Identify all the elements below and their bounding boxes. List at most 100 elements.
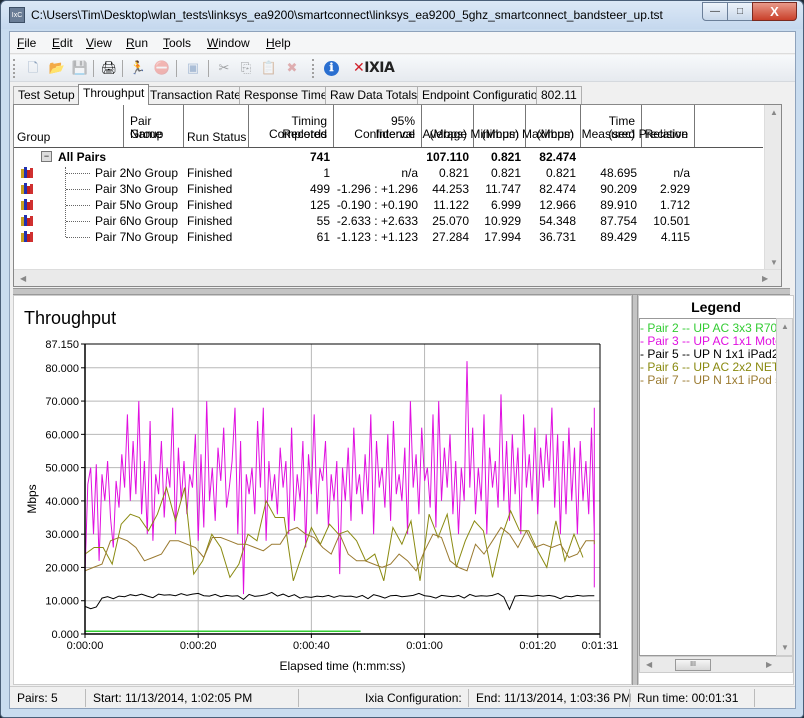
legend-item[interactable]: - Pair 7 -- UP N 1x1 iPod 5th	[640, 373, 777, 387]
scroll-down-icon[interactable]: ▼	[781, 643, 789, 652]
stop-icon[interactable]: ⛔	[153, 59, 171, 77]
run-status: Finished	[187, 230, 233, 244]
close-button[interactable]: X	[752, 2, 797, 21]
timing-records: 61	[316, 230, 330, 244]
table-row[interactable]: Pair 3 No Group Finished 499 -1.296 : +1.296…	[14, 181, 763, 197]
scroll-right-icon[interactable]: ▶	[766, 660, 772, 669]
relative-precision: 1.712	[659, 198, 690, 212]
tree-branch	[66, 237, 90, 238]
table-row[interactable]: Pair 6 No Group Finished 55 -2.633 : +2.633 2…	[14, 213, 763, 229]
table-row[interactable]: Pair 7 No Group Finished 61 -1.123 : +1.123 2…	[14, 229, 763, 245]
refresh-icon[interactable]: ▣	[184, 59, 202, 77]
menu-edit[interactable]: Edit	[52, 36, 73, 50]
menu-view[interactable]: View	[86, 36, 112, 50]
summary-row[interactable]: − All Pairs 741 107.110 0.821 82.474	[14, 149, 763, 165]
menu-file[interactable]: File	[17, 36, 36, 50]
scroll-thumb[interactable]: III	[675, 659, 711, 671]
col-group[interactable]: Group	[14, 105, 124, 147]
scroll-left-icon[interactable]: ◀	[20, 274, 26, 283]
col-average[interactable]: Average (Mbps)	[422, 105, 474, 147]
table-horizontal-scrollbar[interactable]: ◀ ▶	[14, 269, 781, 286]
toolbar-grip[interactable]	[13, 59, 15, 78]
collapse-toggle[interactable]: −	[41, 151, 52, 162]
col-relative-precision[interactable]: Relative Precision	[639, 105, 695, 147]
pair-group-name: No Group	[126, 166, 179, 180]
toolbar-grip[interactable]	[312, 59, 314, 78]
horizontal-splitter[interactable]	[13, 288, 790, 295]
minimum-mbps: 0.821	[490, 166, 521, 180]
tree-branch	[66, 221, 90, 222]
legend-item[interactable]: - Pair 6 -- UP AC 2x2 NETGEAR	[640, 360, 777, 374]
scroll-up-icon[interactable]: ▲	[770, 108, 778, 117]
tab-802-11[interactable]: 802.11	[536, 86, 582, 104]
throughput-chart-panel: 0.000 10.000 20.000 30.000 40.000 50.000 60.00…	[13, 295, 632, 685]
y-tick-label: 30.000	[45, 529, 79, 541]
status-run-time: Run time: 00:01:31	[637, 691, 739, 705]
ixia-logo: ✕IXIA	[353, 60, 395, 76]
run-status: Finished	[187, 182, 233, 196]
title-bar[interactable]: IxC C:\Users\Tim\Desktop\wlan_tests\link…	[1, 1, 803, 29]
status-bar: Pairs: 5 Start: 11/13/2014, 1:02:05 PM I…	[10, 686, 795, 708]
tab-transaction-rate[interactable]: Transaction Rate	[145, 86, 246, 104]
table-row[interactable]: Pair 5 No Group Finished 125 -0.190 : +0.190…	[14, 197, 763, 213]
col-measured-time[interactable]: Measured Time (sec)	[581, 105, 642, 147]
col-maximum[interactable]: Maximum (Mbps)	[522, 105, 581, 147]
average-mbps: 44.253	[432, 182, 469, 196]
tab-test-setup[interactable]: Test Setup	[13, 86, 80, 104]
scroll-left-icon[interactable]: ◀	[646, 660, 652, 669]
window-title: C:\Users\Tim\Desktop\wlan_tests\linksys_…	[31, 8, 663, 22]
col-confidence-interval[interactable]: 95% Confidence Interval	[334, 105, 422, 147]
tab-response-time[interactable]: Response Time	[239, 86, 333, 104]
summary-average: 107.110	[426, 150, 469, 164]
minimum-mbps: 10.929	[484, 214, 521, 228]
x-tick-label: 0:01:00	[406, 640, 443, 652]
paste-icon[interactable]: 📋	[260, 59, 278, 77]
pair-name: Pair 6	[95, 214, 127, 228]
toolbar-separator	[122, 60, 123, 77]
maximize-button[interactable]: □	[727, 2, 753, 21]
table-row[interactable]: Pair 2 No Group Finished 1 n/a 0.821 0.821 0.82…	[14, 165, 763, 181]
new-file-icon[interactable]: 🗋	[24, 59, 42, 77]
run-status: Finished	[187, 198, 233, 212]
print-icon[interactable]: 🖨	[100, 59, 118, 77]
menu-tools[interactable]: Tools	[163, 36, 191, 50]
maximum-mbps: 0.821	[545, 166, 576, 180]
toolbar-separator	[93, 60, 94, 77]
pair-name: Pair 2	[95, 166, 127, 180]
delete-icon[interactable]: ✖	[283, 59, 301, 77]
col-run-status[interactable]: Run Status	[184, 105, 249, 147]
menu-window[interactable]: Window	[207, 36, 250, 50]
tab-throughput[interactable]: Throughput	[78, 84, 150, 105]
col-timing-records[interactable]: Timing Records Completed	[249, 105, 334, 147]
legend-item[interactable]: - Pair 3 -- UP AC 1x1 MotoX	[640, 334, 777, 348]
legend-item[interactable]: - Pair 2 -- UP AC 3x3 R7000	[640, 321, 777, 335]
minimize-button[interactable]: —	[702, 2, 728, 21]
pair-chart-icon	[21, 167, 33, 178]
legend-vertical-scrollbar[interactable]: ▲ ▼	[776, 318, 793, 656]
col-pair-group-name[interactable]: Pair Group Name	[124, 105, 184, 147]
menu-help[interactable]: Help	[266, 36, 291, 50]
scroll-right-icon[interactable]: ▶	[762, 274, 768, 283]
copy-icon[interactable]: ⎘	[237, 59, 255, 77]
y-tick-label: 87.150	[45, 339, 79, 351]
menu-run[interactable]: Run	[126, 36, 148, 50]
legend-item[interactable]: - Pair 5 -- UP N 1x1 iPad2	[640, 347, 777, 361]
tab-bar: Test Setup Throughput Transaction Rate R…	[10, 84, 795, 105]
open-folder-icon[interactable]: 📂	[48, 59, 66, 77]
tab-endpoint-configuration[interactable]: Endpoint Configuration	[417, 86, 550, 104]
scroll-up-icon[interactable]: ▲	[781, 322, 789, 331]
legend-horizontal-scrollbar[interactable]: ◀ III ▶	[639, 656, 793, 673]
cut-icon[interactable]: ✂	[215, 59, 233, 77]
confidence-interval: -2.633 : +2.633	[336, 214, 418, 228]
col-minimum[interactable]: Minimum (Mbps)	[470, 105, 526, 147]
tab-raw-data-totals[interactable]: Raw Data Totals	[325, 86, 423, 104]
table-vertical-scrollbar[interactable]: ▲ ▼	[764, 105, 781, 270]
measured-time: 87.754	[600, 214, 637, 228]
scroll-down-icon[interactable]: ▼	[770, 258, 778, 267]
pair-name: Pair 3	[95, 182, 127, 196]
save-icon[interactable]: 💾	[71, 59, 89, 77]
run-icon[interactable]: 🏃	[129, 59, 147, 77]
y-tick-label: 50.000	[45, 463, 79, 475]
average-mbps: 0.821	[438, 166, 469, 180]
info-icon[interactable]: ℹ	[324, 61, 339, 76]
